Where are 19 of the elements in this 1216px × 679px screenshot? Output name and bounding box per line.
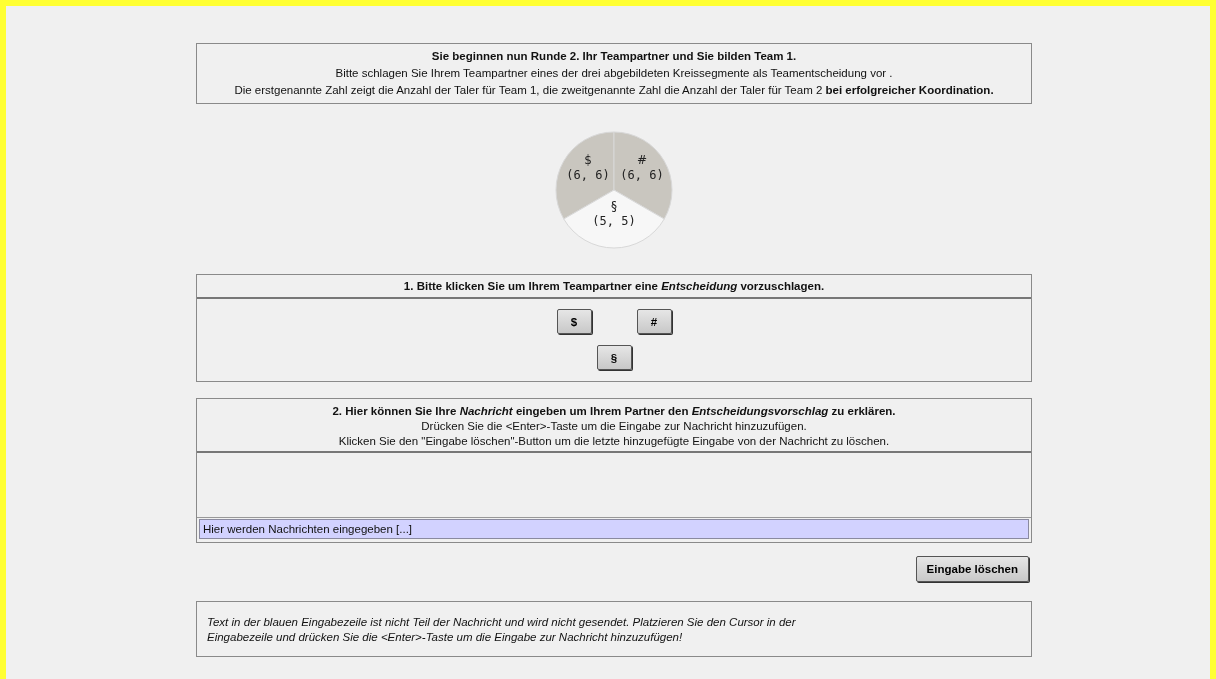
choice-button[interactable]: # xyxy=(636,309,672,334)
segment-symbol: $ xyxy=(584,153,592,167)
message-instruction: Drücken Sie die <Enter>-Taste um die Eingabe zur Nachricht hinzuzufügen. xyxy=(420,419,808,434)
intro-text: Die erstgenannte Zahl zeigt die Anzahl der Taler für Team 1, die zweitgenannte Zahl die Anzahl der Taler für Team 2 bei erfolgreicher Koordination. xyxy=(233,83,995,98)
delete-input-button[interactable]: Eingabe löschen xyxy=(915,556,1029,582)
choice-button[interactable]: $ xyxy=(556,309,592,334)
segment-payoff: (5, 5) xyxy=(592,214,636,228)
decision-title: 1. Bitte klicken Sie um Ihrem Teampartner eine Entscheidung vorzuschlagen. xyxy=(197,275,1031,299)
choice-button[interactable]: § xyxy=(596,345,632,370)
intro-title: Sie beginnen nun Runde 2. Ihr Teampartner und Sie bilden Team 1. xyxy=(430,49,798,64)
message-input[interactable]: Hier werden Nachrichten eingegeben [...] xyxy=(199,519,1029,539)
segment-payoff: (6, 6) xyxy=(566,168,610,182)
segment-symbol: § xyxy=(611,199,617,213)
message-title: 2. Hier können Sie Ihre Nachricht eingeben um Ihrem Partner den Entscheidungsvorschlag zu erklären. xyxy=(331,404,897,419)
note-text: Text in der blauen Eingabezeile ist nicht Teil der Nachricht und wird nicht gesendet. Platzieren Sie den Cursor in der Eingabezeile und drücken Sie die <Enter>-Taste um die Eingabe zur Nachricht hinzuzufügen! xyxy=(207,615,797,645)
segment-symbol: # xyxy=(636,153,648,167)
message-instruction: Klicken Sie den "Eingabe löschen"-Button um die letzte hinzugefügte Eingabe von der Nachricht zu löschen. xyxy=(337,434,891,449)
intro-text: Bitte schlagen Sie Ihrem Teampartner eines der drei abgebildeten Kreissegmente als Teamentscheidung vor . xyxy=(334,66,894,81)
segment-payoff: (6, 6) xyxy=(620,168,664,182)
